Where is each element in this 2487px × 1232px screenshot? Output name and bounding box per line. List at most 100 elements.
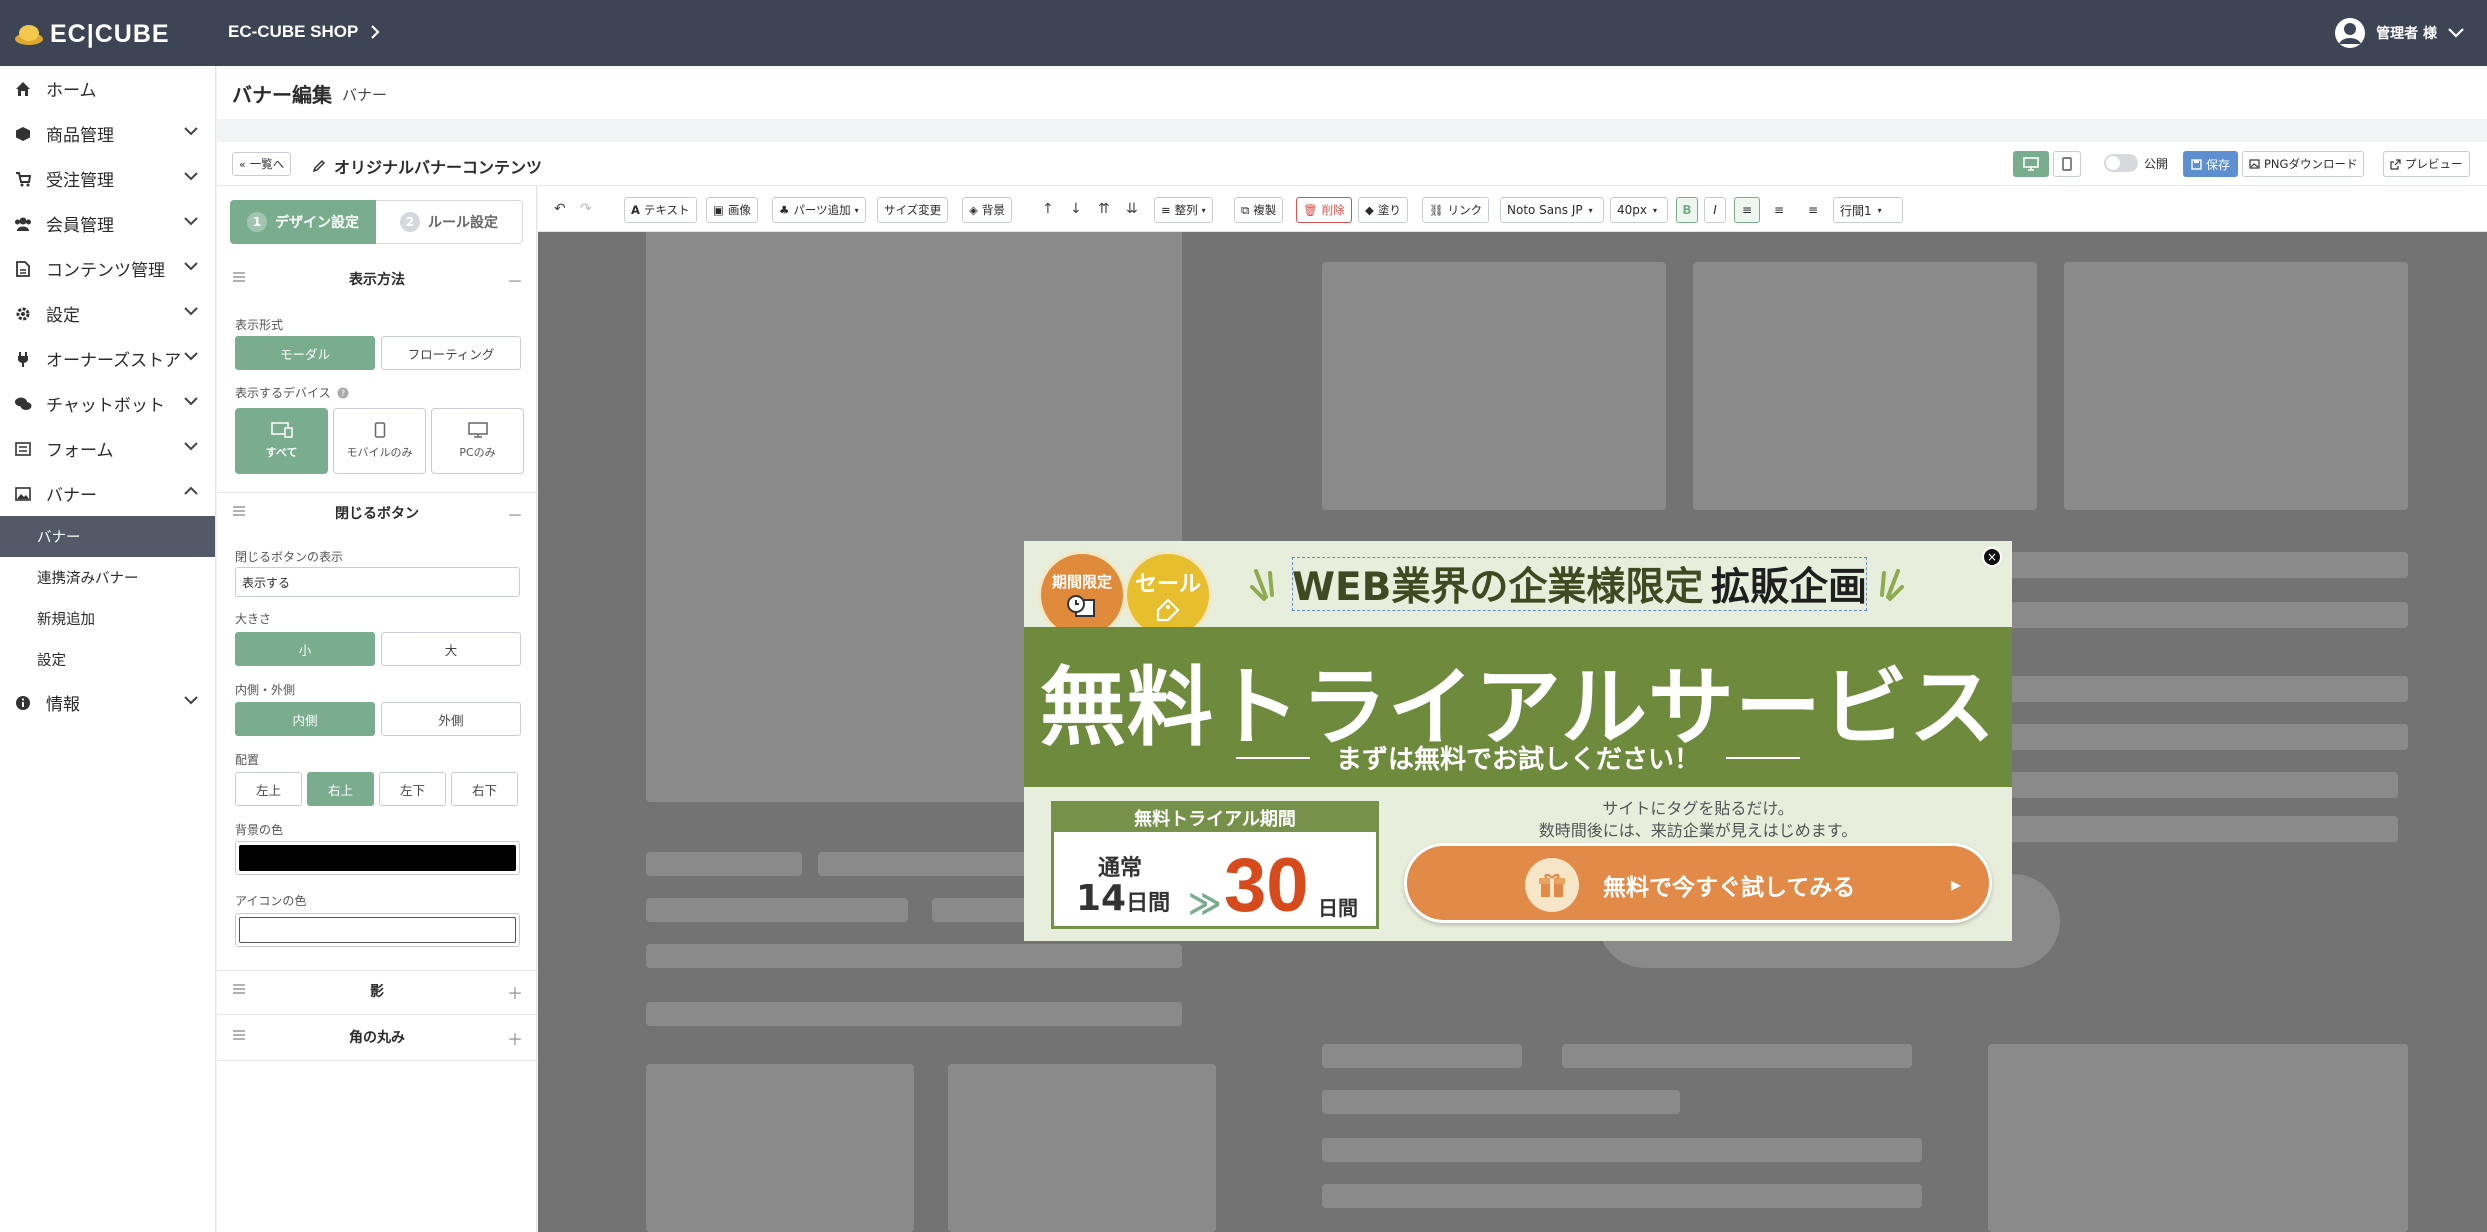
align-center-button[interactable]: ≡ — [1766, 197, 1792, 223]
pos-top-left-button[interactable]: 左上 — [235, 772, 302, 806]
back-to-list-button[interactable]: « 一覧へ — [232, 152, 292, 176]
button-label: 整列 — [1174, 203, 1198, 217]
sidebar-item-banner[interactable]: バナー — [0, 471, 215, 516]
sidebar-item-settings[interactable]: 設定 — [0, 291, 215, 336]
limited-time-badge[interactable]: 期間限定 — [1038, 551, 1126, 639]
chat-icon — [14, 395, 32, 413]
bg-color-picker[interactable] — [235, 841, 520, 875]
inside-button[interactable]: 内側 — [235, 702, 375, 736]
sidebar-sub-banner[interactable]: バナー — [0, 516, 215, 557]
format-modal-button[interactable]: モーダル — [235, 336, 375, 370]
add-image-button[interactable]: ▣ 画像 — [706, 197, 758, 223]
sidebar-item-info[interactable]: 情報 — [0, 680, 215, 725]
pos-top-right-button[interactable]: 右上 — [307, 772, 374, 806]
user-avatar-icon — [2335, 18, 2366, 48]
sidebar-item-products[interactable]: 商品管理 — [0, 111, 215, 156]
sidebar-item-home[interactable]: ホーム — [0, 66, 215, 111]
font-size-select[interactable]: 40px ▾ — [1610, 197, 1668, 223]
expand-icon[interactable]: ＋ — [507, 980, 523, 1004]
editor-title[interactable]: オリジナルバナーコンテンツ — [312, 154, 542, 178]
mobile-view-button[interactable] — [2053, 151, 2081, 177]
move-up-icon[interactable]: ↑ — [1042, 201, 1054, 217]
preview-button[interactable]: プレビュー — [2383, 151, 2470, 177]
expand-icon[interactable]: ＋ — [507, 1026, 523, 1050]
add-text-button[interactable]: A テキスト — [624, 197, 697, 223]
button-label: B — [1682, 203, 1692, 217]
line-height-select[interactable]: 行間1 ▾ — [1833, 197, 1903, 223]
button-label: 大 — [444, 642, 458, 658]
button-label: 左上 — [255, 782, 281, 798]
italic-button[interactable]: I — [1704, 197, 1726, 223]
user-menu[interactable]: 管理者 様 — [2334, 17, 2465, 49]
undo-icon[interactable]: ↶ — [554, 201, 566, 217]
close-button[interactable]: × — [1982, 547, 2002, 567]
pos-bottom-left-button[interactable]: 左下 — [379, 772, 446, 806]
move-down-icon[interactable]: ↓ — [1070, 201, 1082, 217]
device-pc-button[interactable]: PCのみ — [431, 408, 524, 474]
banner-copy-line1[interactable]: サイトにタグを貼るだけ。 — [1404, 795, 1992, 819]
shadow-section-header[interactable]: 影 ＋ — [217, 976, 537, 1006]
tab-design-settings[interactable]: 1 デザイン設定 — [230, 200, 376, 244]
delete-button[interactable]: 🗑 削除 — [1296, 197, 1352, 223]
placeholder-line — [1998, 724, 2408, 750]
font-family-select[interactable]: Noto Sans JP ▾ — [1500, 197, 1604, 223]
cta-button[interactable]: 無料で今すぐ試してみる ▸ — [1404, 843, 1992, 923]
sidebar-item-contents[interactable]: コンテンツ管理 — [0, 246, 215, 291]
save-button[interactable]: 保存 — [2183, 151, 2239, 177]
icon-color-picker[interactable] — [235, 913, 520, 947]
align-left-button[interactable]: ≡ — [1734, 197, 1760, 223]
banner-copy-line2[interactable]: 数時間後には、来訪企業が見えはじめます。 — [1404, 817, 1992, 841]
publish-toggle[interactable]: 公開 — [2104, 154, 2168, 172]
sidebar-item-orders[interactable]: 受注管理 — [0, 156, 215, 201]
close-display-select[interactable]: 表示する — [235, 567, 520, 597]
close-section-header[interactable]: 閉じるボタン － — [217, 498, 537, 528]
add-parts-button[interactable]: ♣ パーツ追加 ▾ — [772, 197, 866, 223]
device-mobile-button[interactable]: モバイルのみ — [333, 408, 426, 474]
size-large-button[interactable]: 大 — [381, 632, 521, 666]
trash-icon: 🗑 — [1303, 203, 1318, 217]
background-button[interactable]: ◈ 背景 — [962, 197, 1012, 223]
redo-icon[interactable]: ↷ — [580, 201, 592, 217]
tab-rule-settings[interactable]: 2 ルール設定 — [376, 200, 523, 244]
move-bottom-icon[interactable]: ⇊ — [1126, 201, 1138, 217]
sidebar-item-owners-store[interactable]: オーナーズストア — [0, 336, 215, 381]
format-floating-button[interactable]: フローティング — [381, 336, 521, 370]
sidebar-item-form[interactable]: フォーム — [0, 426, 215, 471]
help-icon[interactable]: ? — [337, 387, 349, 399]
align-button[interactable]: ≡ 整列 ▾ — [1154, 197, 1213, 223]
toggle-switch[interactable] — [2104, 154, 2138, 172]
banner-subline[interactable]: まずは無料でお試しください！ — [1024, 739, 2012, 776]
shop-link[interactable]: EC-CUBE SHOP — [228, 22, 380, 42]
link-button[interactable]: ⛓ リンク — [1422, 197, 1490, 223]
resize-button[interactable]: サイズ変更 — [877, 197, 949, 223]
fill-button[interactable]: ◆ 塗り — [1358, 197, 1408, 223]
device-all-button[interactable]: すべて — [235, 408, 328, 474]
size-small-button[interactable]: 小 — [235, 632, 375, 666]
sidebar-sub-linked-banner[interactable]: 連携済みバナー — [0, 557, 215, 598]
display-section-header[interactable]: 表示方法 － — [217, 264, 537, 294]
external-link-icon — [2390, 158, 2401, 170]
move-top-icon[interactable]: ⇈ — [1098, 201, 1110, 217]
align-right-icon: ≡ — [1807, 203, 1819, 217]
collapse-icon[interactable]: － — [507, 502, 523, 526]
trial-period-heading: 無料トライアル期間 — [1054, 804, 1376, 832]
banner-preview[interactable]: WEB業界の企業様限定 拡販企画 期間限定 セール 無料トライアルサービス まず… — [1024, 541, 2012, 941]
logo[interactable]: EC|CUBE — [14, 18, 170, 50]
desktop-icon — [2023, 157, 2039, 171]
desktop-view-button[interactable] — [2013, 151, 2049, 177]
sale-badge[interactable]: セール — [1124, 551, 1212, 639]
outside-button[interactable]: 外側 — [381, 702, 521, 736]
align-right-button[interactable]: ≡ — [1800, 197, 1826, 223]
png-download-button[interactable]: PNGダウンロード — [2242, 151, 2365, 177]
sidebar-item-chatbot[interactable]: チャットボット — [0, 381, 215, 426]
collapse-icon[interactable]: － — [507, 268, 523, 292]
sidebar-item-members[interactable]: 会員管理 — [0, 201, 215, 246]
sidebar-sub-settings[interactable]: 設定 — [0, 639, 215, 680]
duplicate-button[interactable]: ⧉ 複製 — [1234, 197, 1284, 223]
bold-button[interactable]: B — [1676, 197, 1698, 223]
sidebar-sub-new[interactable]: 新規追加 — [0, 598, 215, 639]
pos-bottom-right-button[interactable]: 右下 — [451, 772, 518, 806]
radius-section-header[interactable]: 角の丸み ＋ — [217, 1022, 537, 1052]
chevron-down-icon — [184, 397, 198, 406]
trial-period-box[interactable]: 無料トライアル期間 通常 14日間 ≫ 30 日間 — [1051, 801, 1379, 929]
